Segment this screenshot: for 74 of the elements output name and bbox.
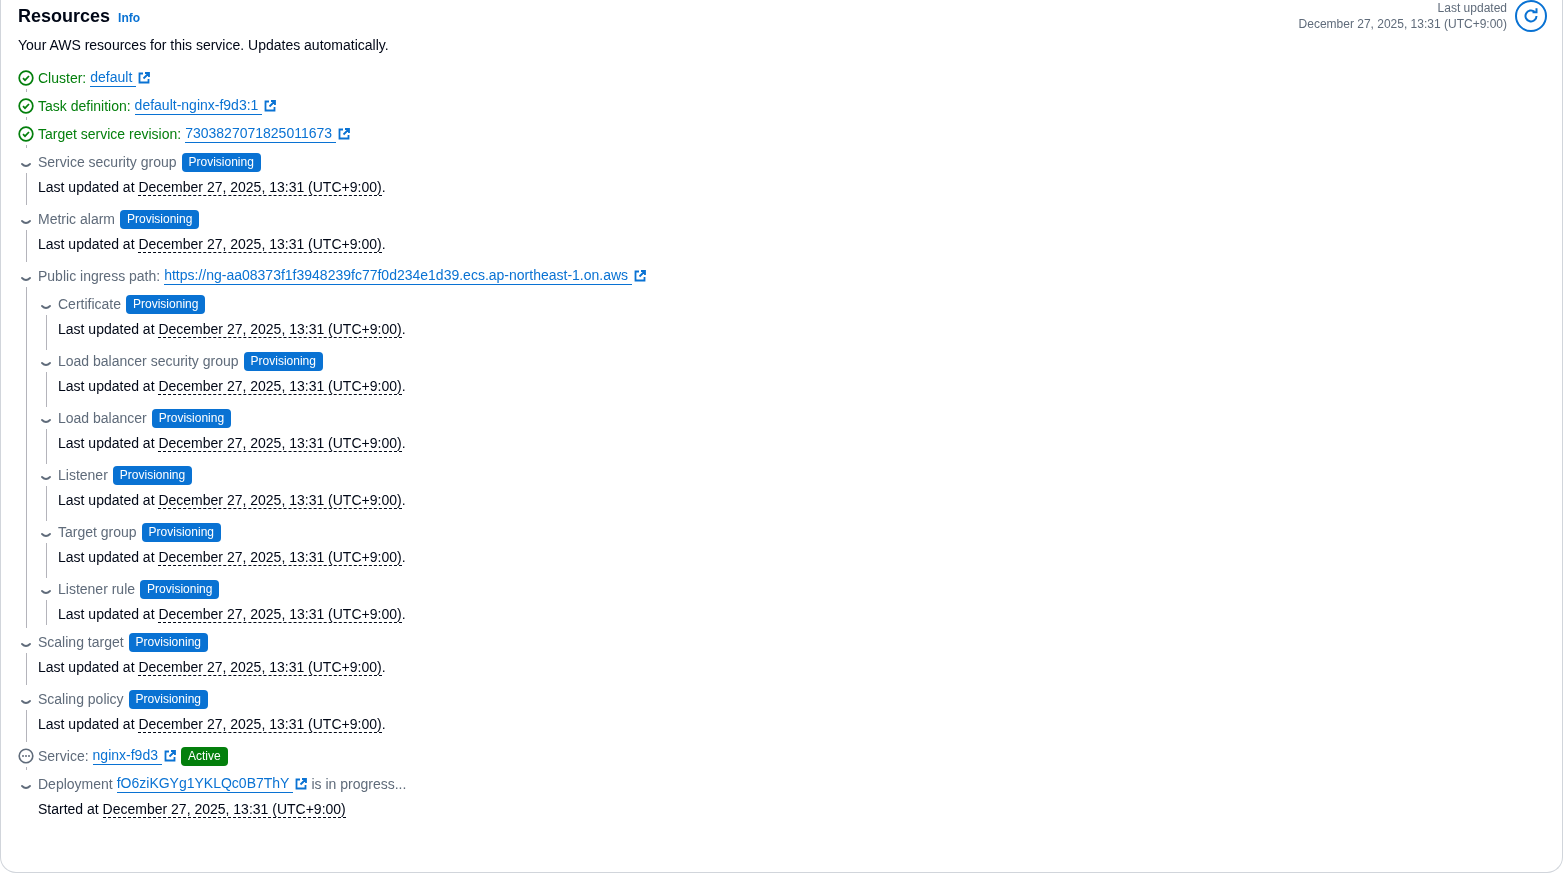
spinner-icon — [41, 590, 51, 594]
check-circle-icon — [18, 126, 34, 142]
spinner-icon — [21, 163, 31, 167]
resource-label: Listener rule — [58, 580, 136, 599]
info-link[interactable]: Info — [118, 11, 141, 25]
external-link-icon — [295, 778, 308, 790]
spinner-icon — [41, 305, 51, 309]
last-updated-text: Last updated at December 27, 2025, 13:31 (UTC+9:00). — [58, 605, 407, 625]
resource-link[interactable]: default-nginx-f9d3:1 — [134, 97, 263, 115]
refresh-button[interactable] — [1515, 0, 1547, 32]
last-updated-text: Last updated at December 27, 2025, 13:31 (UTC+9:00). — [58, 320, 407, 340]
spinner-icon — [21, 643, 31, 647]
external-link-icon — [634, 270, 647, 282]
status-badge: Provisioning — [128, 689, 208, 709]
status-badge: Provisioning — [140, 579, 220, 599]
external-link-icon — [338, 128, 351, 140]
last-updated-text: Started at December 27, 2025, 13:31 (UTC+9:00) — [38, 800, 347, 820]
resource-label: Deployment — [38, 775, 113, 794]
last-updated-text: Last updated at December 27, 2025, 13:31 (UTC+9:00). — [38, 178, 387, 198]
resource-link[interactable]: 7303827071825011673 — [185, 125, 337, 143]
spinner-icon — [41, 533, 51, 537]
status-badge: Provisioning — [128, 632, 208, 652]
resource-link[interactable]: https://ng-aa08373f1f3948239fc77f0d234e1d39.ecs.ap-northeast-1.on.aws — [164, 267, 633, 285]
resource-link[interactable]: default — [90, 69, 137, 87]
last-updated-label: Last updated — [1437, 0, 1507, 16]
status-badge: Provisioning — [151, 408, 232, 428]
panel-title: Resources — [18, 6, 111, 27]
last-updated-text: Last updated at December 27, 2025, 13:31 (UTC+9:00). — [38, 235, 387, 255]
resource-link[interactable]: nginx-f9d3 — [92, 747, 162, 765]
resource-label: Target service revision: — [38, 125, 182, 144]
ellipsis-circle-icon — [18, 748, 34, 764]
last-updated-time: December 27, 2025, 13:31 (UTC+9:00) — [1298, 16, 1507, 32]
resource-label: Scaling target — [38, 633, 124, 652]
external-link-icon — [163, 750, 176, 762]
spinner-icon — [41, 362, 51, 366]
status-badge: Provisioning — [112, 465, 193, 485]
resource-label: Task definition: — [38, 97, 131, 116]
resource-label: Cluster: — [38, 69, 87, 88]
spinner-icon — [41, 419, 51, 423]
last-updated-text: Last updated at December 27, 2025, 13:31 (UTC+9:00). — [58, 377, 407, 397]
resource-label: Load balancer security group — [58, 352, 239, 371]
last-updated-text: Last updated at December 27, 2025, 13:31 (UTC+9:00). — [58, 548, 407, 568]
spinner-icon — [21, 785, 31, 789]
resource-label: Load balancer — [58, 409, 147, 428]
spinner-icon — [21, 277, 31, 281]
refresh-icon — [1522, 7, 1540, 25]
check-circle-icon — [18, 70, 34, 86]
last-updated-text: Last updated at December 27, 2025, 13:31 (UTC+9:00). — [58, 434, 407, 454]
resource-label: Metric alarm — [38, 210, 115, 229]
spinner-icon — [21, 700, 31, 704]
resource-label: Target group — [58, 523, 137, 542]
resource-label: Listener — [58, 466, 108, 485]
status-badge: Provisioning — [141, 522, 221, 542]
resource-label: Public ingress path: — [38, 267, 161, 286]
last-updated-text: Last updated at December 27, 2025, 13:31 (UTC+9:00). — [58, 491, 407, 511]
last-updated-text: Last updated at December 27, 2025, 13:31 (UTC+9:00). — [38, 658, 387, 678]
resource-label: Certificate — [58, 295, 122, 314]
status-badge: Provisioning — [120, 209, 200, 229]
spinner-icon — [41, 476, 51, 480]
external-link-icon — [138, 72, 151, 84]
resource-link[interactable]: fO6ziKGYg1YKLQc0B7ThY — [116, 775, 294, 793]
panel-description: Your AWS resources for this service. Updates automatically. — [18, 37, 389, 53]
external-link-icon — [264, 100, 277, 112]
last-updated-text: Last updated at December 27, 2025, 13:31 (UTC+9:00). — [38, 715, 387, 735]
status-badge: Provisioning — [243, 351, 323, 371]
spinner-icon — [21, 220, 31, 224]
status-text: is in progress... — [311, 775, 407, 794]
resource-label: Service: — [38, 747, 89, 766]
check-circle-icon — [18, 98, 34, 114]
resource-label: Scaling policy — [38, 690, 124, 709]
status-badge: Active — [180, 746, 228, 766]
status-badge: Provisioning — [181, 152, 261, 172]
status-badge: Provisioning — [126, 294, 206, 314]
resource-label: Service security group — [38, 153, 177, 172]
